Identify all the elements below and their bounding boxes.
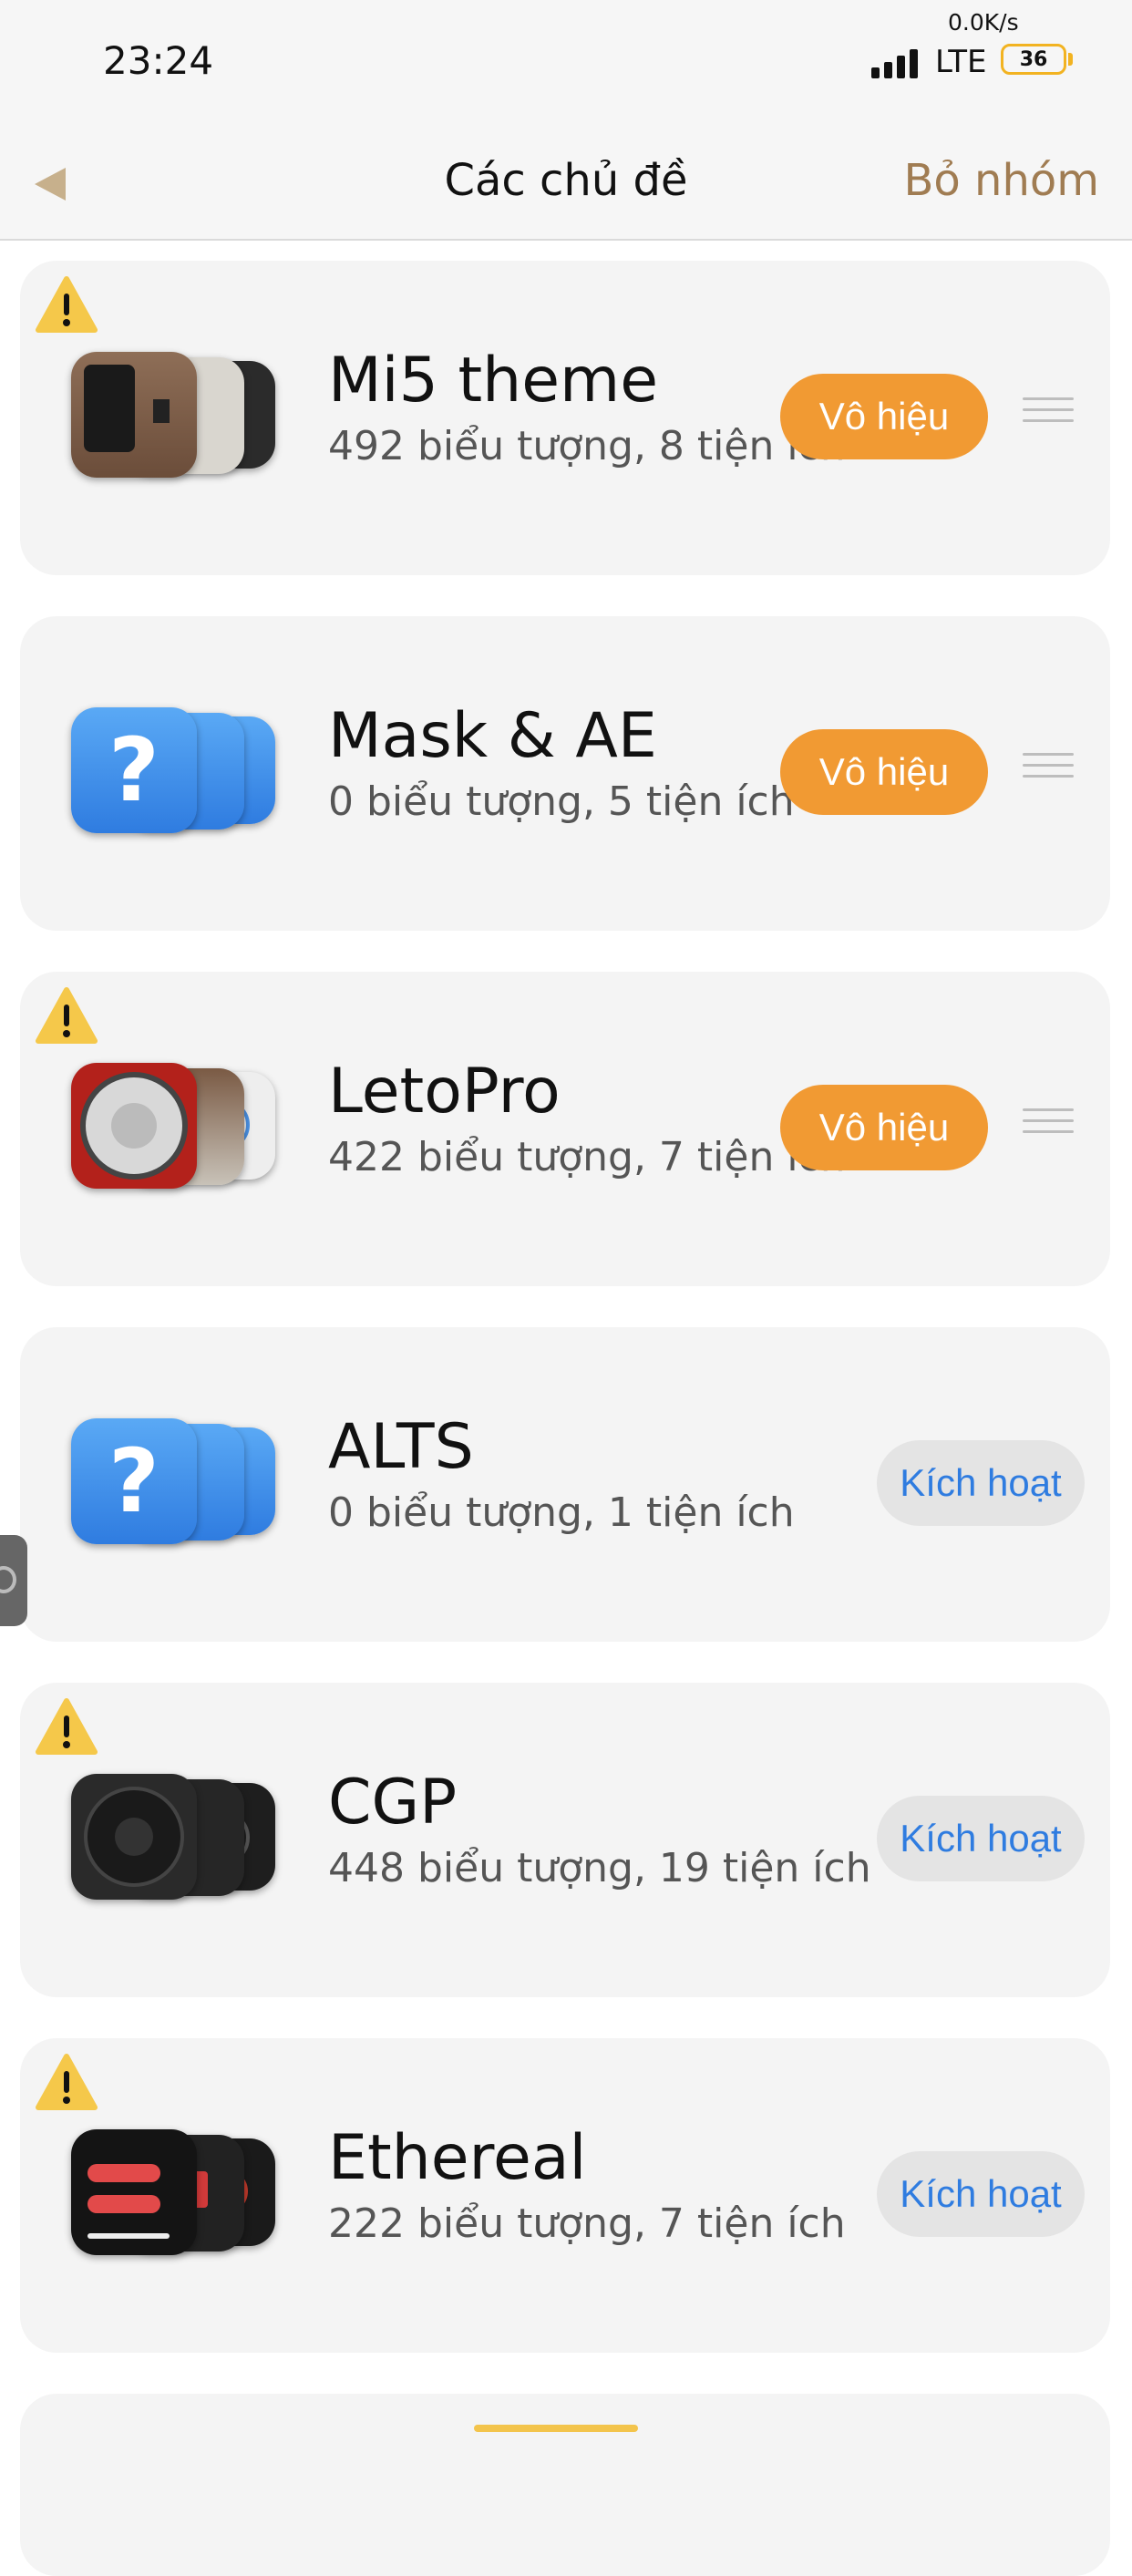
activate-button[interactable]: Kích hoạt: [877, 1440, 1085, 1526]
theme-card-letopro[interactable]: LetoPro 422 biểu tượng, 7 tiện ích Vô hi…: [20, 972, 1110, 1286]
disable-button[interactable]: Vô hiệu: [780, 729, 988, 815]
battery-level: 36: [1019, 47, 1048, 71]
drag-handle-icon[interactable]: [1023, 1108, 1074, 1141]
warning-icon: [36, 987, 98, 1044]
battery-tip: [1068, 53, 1073, 66]
warning-icon: [36, 2054, 98, 2110]
rotary-phone-icon: [71, 1774, 197, 1900]
theme-name: Ethereal: [328, 2122, 587, 2194]
theme-preview-icons: [71, 1774, 317, 1911]
warning-icon: [36, 276, 98, 333]
preview-icon: [71, 352, 197, 478]
theme-preview-icons: ?: [71, 707, 317, 844]
theme-name: Mi5 theme: [328, 345, 659, 417]
theme-stats: 422 biểu tượng, 7 tiện ích: [328, 1134, 846, 1180]
theme-preview-icons: [71, 2129, 317, 2266]
activate-button[interactable]: Kích hoạt: [877, 1796, 1085, 1881]
theme-stats: 448 biểu tượng, 19 tiện ích: [328, 1845, 871, 1891]
battery-icon: 36: [1001, 44, 1066, 75]
theme-stats: 0 biểu tượng, 1 tiện ích: [328, 1489, 795, 1536]
signal-icon: [871, 47, 919, 78]
theme-card-mi5[interactable]: Mi5 theme 492 biểu tượng, 8 tiện ích Vô …: [20, 261, 1110, 575]
theme-preview-icons: [71, 1063, 317, 1200]
disable-button[interactable]: Vô hiệu: [780, 1085, 988, 1170]
theme-stats: 0 biểu tượng, 5 tiện ích: [328, 778, 795, 825]
theme-stats: 222 biểu tượng, 7 tiện ích: [328, 2200, 846, 2247]
nav-bar: Các chủ đề Bỏ nhóm: [0, 128, 1132, 241]
ungroup-button[interactable]: Bỏ nhóm: [903, 155, 1099, 206]
theme-name: Mask & AE: [328, 700, 657, 772]
theme-stats: 492 biểu tượng, 8 tiện ích: [328, 423, 846, 469]
theme-name: CGP: [328, 1767, 458, 1839]
partial-accent: [474, 2425, 638, 2432]
network-speed: 0.0K/s: [948, 9, 1019, 36]
status-time: 23:24: [103, 38, 214, 83]
theme-card-ethereal[interactable]: Ethereal 222 biểu tượng, 7 tiện ích Kích…: [20, 2038, 1110, 2353]
theme-card-partial[interactable]: [20, 2394, 1110, 2576]
activate-button[interactable]: Kích hoạt: [877, 2151, 1085, 2237]
disable-button[interactable]: Vô hiệu: [780, 374, 988, 459]
theme-preview-icons: ?: [71, 1418, 317, 1555]
floating-assistive-handle[interactable]: [0, 1535, 27, 1626]
question-icon: ?: [71, 1418, 197, 1544]
preview-icon: [71, 2129, 197, 2255]
theme-card-cgp[interactable]: CGP 448 biểu tượng, 19 tiện ích Kích hoạ…: [20, 1683, 1110, 1997]
network-type: LTE: [935, 44, 987, 80]
warning-icon: [36, 1698, 98, 1755]
theme-card-alts[interactable]: ? ALTS 0 biểu tượng, 1 tiện ích Kích hoạ…: [20, 1327, 1110, 1642]
status-bar: 23:24 0.0K/s LTE 36: [0, 0, 1132, 128]
question-icon: ?: [71, 707, 197, 833]
theme-card-mask-ae[interactable]: ? Mask & AE 0 biểu tượng, 5 tiện ích Vô …: [20, 616, 1110, 931]
drag-handle-icon[interactable]: [1023, 753, 1074, 786]
theme-name: LetoPro: [328, 1056, 561, 1128]
drag-handle-icon[interactable]: [1023, 397, 1074, 430]
rotary-phone-icon: [71, 1063, 197, 1189]
theme-name: ALTS: [328, 1411, 474, 1483]
theme-preview-icons: [71, 352, 317, 489]
